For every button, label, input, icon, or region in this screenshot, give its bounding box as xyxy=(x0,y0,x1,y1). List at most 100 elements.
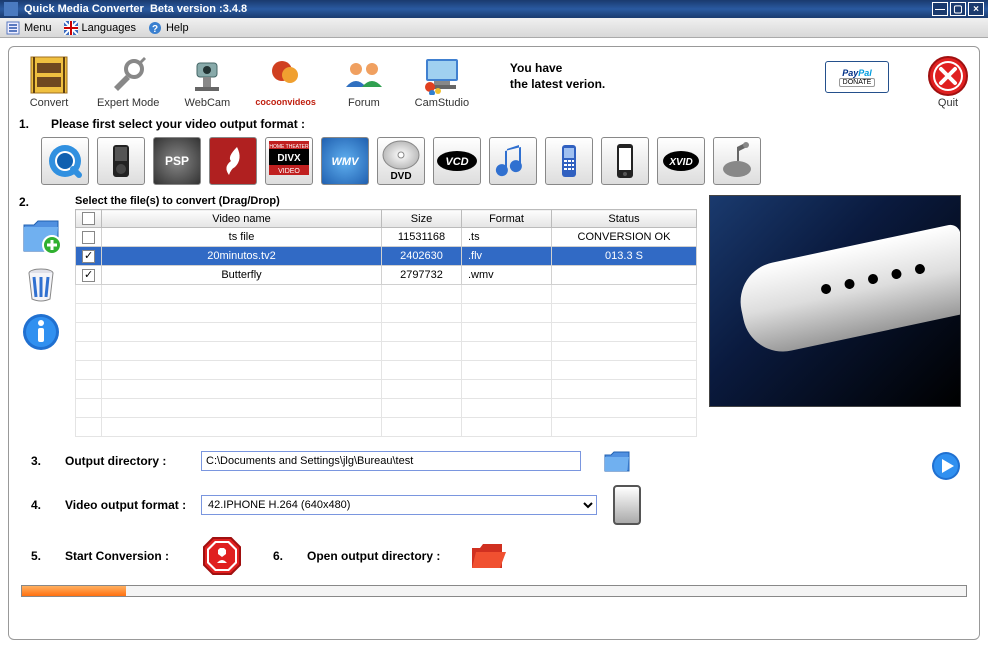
window-title: Quick Media Converter xyxy=(24,3,144,15)
trash-button[interactable] xyxy=(20,263,62,305)
col-status[interactable]: Status xyxy=(552,210,697,228)
progress-bar xyxy=(21,585,967,597)
format-xvid[interactable]: XVID xyxy=(657,137,705,185)
menu-help[interactable]: ? Help xyxy=(148,21,189,35)
cell-status xyxy=(552,266,697,285)
status-line2: the latest verion. xyxy=(510,77,605,91)
play-button[interactable] xyxy=(931,451,961,481)
checkbox-icon[interactable] xyxy=(82,269,95,282)
cell-format: .flv xyxy=(462,247,552,266)
cell-size: 11531168 xyxy=(382,228,462,247)
webcam-label: WebCam xyxy=(185,97,231,109)
format-ipod[interactable] xyxy=(97,137,145,185)
paypal-logo: PayPal xyxy=(842,68,872,78)
app-icon xyxy=(4,2,18,16)
forum-label: Forum xyxy=(348,97,380,109)
toolbar: Convert Expert Mode WebCam cocoonvideos … xyxy=(19,55,969,109)
forum-button[interactable]: Forum xyxy=(334,55,394,109)
format-divx[interactable]: HOME THEATERDIVXVIDEO xyxy=(265,137,313,185)
cell-size: 2797732 xyxy=(382,266,462,285)
add-file-button[interactable] xyxy=(20,215,62,257)
format-psp[interactable]: PSP xyxy=(153,137,201,185)
svg-text:WMV: WMV xyxy=(332,156,361,168)
convert-button[interactable]: Convert xyxy=(19,55,79,109)
step3-row: 3. Output directory : xyxy=(31,447,969,475)
checkbox-icon[interactable] xyxy=(82,231,95,244)
col-size[interactable]: Size xyxy=(382,210,462,228)
quit-button[interactable]: Quit xyxy=(927,55,969,109)
col-format[interactable]: Format xyxy=(462,210,552,228)
cocoon-icon xyxy=(262,55,310,95)
format-mobile[interactable] xyxy=(545,137,593,185)
checkbox-icon[interactable] xyxy=(82,250,95,263)
cocoon-button[interactable]: cocoonvideos xyxy=(255,55,316,107)
quit-label: Quit xyxy=(938,97,958,109)
table-row[interactable]: Butterfly2797732.wmv xyxy=(76,266,697,285)
camstudio-button[interactable]: CamStudio xyxy=(412,55,472,109)
table-row-empty xyxy=(76,323,697,342)
cell-name: 20minutos.tv2 xyxy=(102,247,382,266)
cell-format: .ts xyxy=(462,228,552,247)
output-dir-input[interactable] xyxy=(201,451,581,471)
format-flash[interactable] xyxy=(209,137,257,185)
status-text: You have the latest verion. xyxy=(510,61,605,92)
menu-menu[interactable]: Menu xyxy=(6,21,52,35)
step1-num: 1. xyxy=(19,117,43,131)
info-button[interactable] xyxy=(20,311,62,353)
table-row-empty xyxy=(76,418,697,437)
format-dvd[interactable]: DVD xyxy=(377,137,425,185)
svg-text:DVD: DVD xyxy=(390,171,411,182)
table-row-empty xyxy=(76,361,697,380)
help-icon: ? xyxy=(148,21,162,35)
cell-format: .wmv xyxy=(462,266,552,285)
webcam-icon xyxy=(183,55,231,95)
format-vcd[interactable]: VCD xyxy=(433,137,481,185)
cocoon-label: cocoonvideos xyxy=(255,97,316,107)
table-row[interactable]: 20minutos.tv22402630.flv013.3 S xyxy=(76,247,697,266)
start-stop-button[interactable] xyxy=(201,535,243,577)
cell-status: CONVERSION OK xyxy=(552,228,697,247)
menu-languages[interactable]: Languages xyxy=(64,21,136,35)
status-line1: You have xyxy=(510,61,562,75)
step4-row: 4. Video output format : 42.IPHONE H.264… xyxy=(31,485,969,525)
table-row-empty xyxy=(76,380,697,399)
tools-icon xyxy=(104,55,152,95)
table-row[interactable]: ts file11531168.tsCONVERSION OK xyxy=(76,228,697,247)
table-row-empty xyxy=(76,399,697,418)
content-frame: Convert Expert Mode WebCam cocoonvideos … xyxy=(8,46,980,640)
step1-section: 1. Please first select your video output… xyxy=(19,117,969,131)
titlebar: Quick Media Converter Beta version :3.4.… xyxy=(0,0,988,18)
open-folder-button[interactable] xyxy=(470,540,506,572)
output-format-select[interactable]: 42.IPHONE H.264 (640x480) xyxy=(201,495,597,515)
checkbox-icon[interactable] xyxy=(82,212,95,225)
close-icon xyxy=(927,55,969,97)
format-quicktime[interactable] xyxy=(41,137,89,185)
format-audio[interactable] xyxy=(489,137,537,185)
step3-num: 3. xyxy=(31,454,55,468)
menubar: Menu Languages ? Help xyxy=(0,18,988,38)
maximize-button[interactable]: ▢ xyxy=(950,2,966,16)
format-row: PSP HOME THEATERDIVXVIDEO WMV DVD VCD XV… xyxy=(41,137,969,185)
svg-text:PSP: PSP xyxy=(165,154,189,168)
browse-folder-button[interactable] xyxy=(603,447,631,475)
donate-label: DONATE xyxy=(839,78,876,87)
iphone-icon xyxy=(613,485,641,525)
file-table: Video name Size Format Status ts file115… xyxy=(75,209,697,437)
col-check[interactable] xyxy=(76,210,102,228)
col-name[interactable]: Video name xyxy=(102,210,382,228)
step6-num: 6. xyxy=(273,549,297,563)
close-button[interactable]: × xyxy=(968,2,984,16)
format-wmv[interactable]: WMV xyxy=(321,137,369,185)
camstudio-label: CamStudio xyxy=(415,97,469,109)
minimize-button[interactable]: — xyxy=(932,2,948,16)
paypal-donate-button[interactable]: PayPal DONATE xyxy=(825,61,889,93)
svg-text:DIVX: DIVX xyxy=(277,153,301,164)
expert-mode-button[interactable]: Expert Mode xyxy=(97,55,159,109)
step3-label: Output directory : xyxy=(65,454,191,468)
table-row-empty xyxy=(76,342,697,361)
webcam-button[interactable]: WebCam xyxy=(177,55,237,109)
format-tivo[interactable] xyxy=(713,137,761,185)
help-label: Help xyxy=(166,22,189,34)
format-iphone[interactable] xyxy=(601,137,649,185)
step1-label: Please first select your video output fo… xyxy=(51,117,305,131)
